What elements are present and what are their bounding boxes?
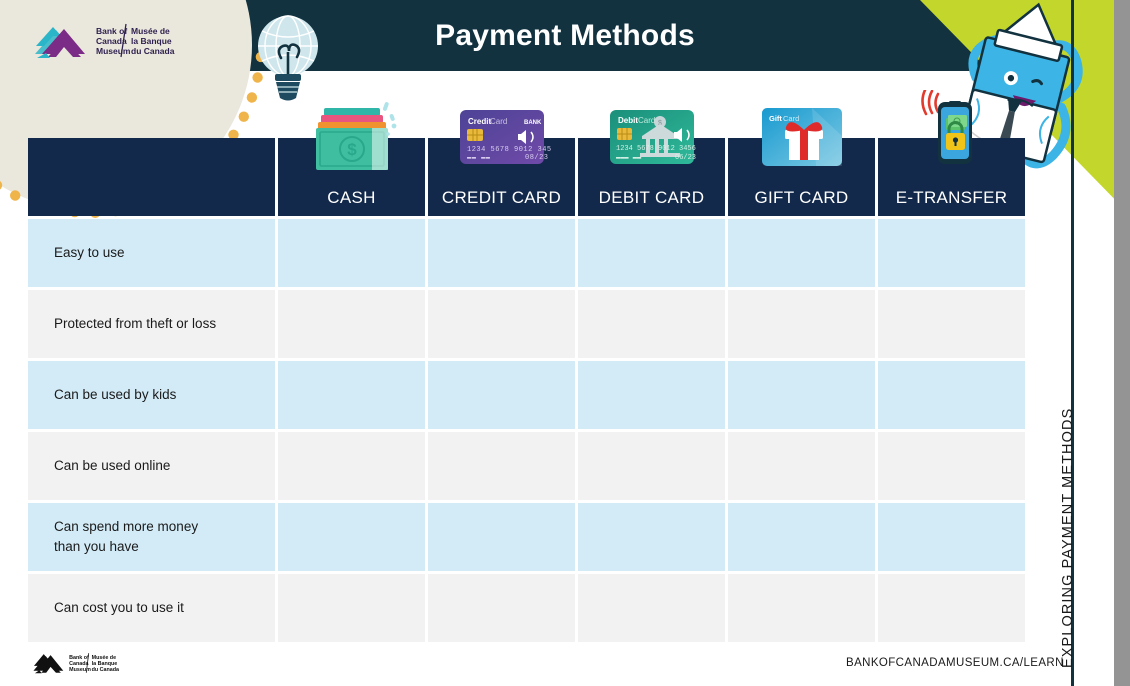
answer-cell-cash[interactable] <box>278 361 425 429</box>
answer-cell-credit-card[interactable] <box>428 503 575 571</box>
table-row: Can be used online <box>28 432 1025 500</box>
svg-text:Musée de: Musée de <box>92 655 116 661</box>
column-header-label: CREDIT CARD <box>441 188 562 207</box>
table-corner-cell <box>28 138 275 216</box>
answer-cell-gift-card[interactable] <box>728 574 875 642</box>
table-row: Can be used by kids <box>28 361 1025 429</box>
row-label-can-spend-more-money-than-you-have: Can spend more money than you have <box>28 503 275 571</box>
answer-cell-e-transfer[interactable] <box>878 219 1025 287</box>
answer-cell-debit-card[interactable] <box>578 361 725 429</box>
svg-text:Credit: Credit <box>468 117 491 126</box>
svg-text:▬▬▬ ▬▬: ▬▬▬ ▬▬ <box>616 154 642 162</box>
row-label-easy-to-use: Easy to use <box>28 219 275 287</box>
debit-card-icon: Debit Card $ 1234 5678 9012 3456 ▬▬▬ ▬▬ … <box>602 96 702 180</box>
answer-cell-e-transfer[interactable] <box>878 503 1025 571</box>
row-label-can-be-used-online: Can be used online <box>28 432 275 500</box>
svg-text:06/23: 06/23 <box>675 154 696 162</box>
svg-text:Card: Card <box>783 114 799 123</box>
answer-cell-cash[interactable] <box>278 432 425 500</box>
column-header-debit-card[interactable]: Debit Card $ 1234 5678 9012 3456 ▬▬▬ ▬▬ … <box>578 110 725 216</box>
credit-card-icon: Credit Card BANK 1234 5678 9012 3456 ▬▬ … <box>452 96 552 180</box>
column-header-credit-card[interactable]: Credit Card BANK 1234 5678 9012 3456 ▬▬ … <box>428 110 575 216</box>
svg-text:Museum: Museum <box>69 667 91 673</box>
answer-cell-debit-card[interactable] <box>578 503 725 571</box>
answer-cell-credit-card[interactable] <box>428 574 575 642</box>
answer-cell-e-transfer[interactable] <box>878 361 1025 429</box>
answer-cell-e-transfer[interactable] <box>878 574 1025 642</box>
svg-text:du Canada: du Canada <box>92 667 120 673</box>
answer-cell-debit-card[interactable] <box>578 219 725 287</box>
worksheet-page: Bank of Canada Museum Musée de la Banque… <box>0 0 1130 686</box>
answer-cell-debit-card[interactable] <box>578 290 725 358</box>
table-header-row: $ CASH Credit Card BANK 1234 5678 9012 3… <box>28 90 1025 216</box>
table-row: Protected from theft or loss <box>28 290 1025 358</box>
row-label-can-cost-you-to-use-it: Can cost you to use it <box>28 574 275 642</box>
svg-text:Debit: Debit <box>618 116 638 125</box>
payment-methods-table: $ CASH Credit Card BANK 1234 5678 9012 3… <box>28 90 1025 645</box>
answer-cell-debit-card[interactable] <box>578 574 725 642</box>
answer-cell-debit-card[interactable] <box>578 432 725 500</box>
column-header-e-transfer[interactable]: E-TRANSFER <box>878 90 1025 216</box>
answer-cell-cash[interactable] <box>278 219 425 287</box>
svg-text:BANK: BANK <box>524 120 542 126</box>
svg-text:Card: Card <box>490 117 507 126</box>
svg-text:1234 5678 9012 3456: 1234 5678 9012 3456 <box>467 146 552 154</box>
column-header-cash[interactable]: $ CASH <box>278 102 425 216</box>
svg-text:$: $ <box>347 140 357 159</box>
answer-cell-gift-card[interactable] <box>728 361 875 429</box>
answer-cell-credit-card[interactable] <box>428 361 575 429</box>
svg-text:Gift: Gift <box>769 114 782 123</box>
answer-cell-credit-card[interactable] <box>428 219 575 287</box>
svg-text:▬▬ ▬▬: ▬▬ ▬▬ <box>467 154 491 162</box>
phone-lock-icon <box>902 90 1002 180</box>
column-header-label: E-TRANSFER <box>895 188 1008 207</box>
table-row: Can cost you to use it <box>28 574 1025 642</box>
page-edge-strip <box>1114 0 1130 686</box>
cash-stack-icon: $ <box>302 96 402 180</box>
svg-text:Card: Card <box>638 116 655 125</box>
answer-cell-gift-card[interactable] <box>728 503 875 571</box>
table-row: Easy to use <box>28 219 1025 287</box>
svg-text:Bank of: Bank of <box>69 655 89 661</box>
row-label-can-be-used-by-kids: Can be used by kids <box>28 361 275 429</box>
footer-museum-logo: Bank of Canada Museum Musée de la Banque… <box>33 653 120 674</box>
svg-text:08/23: 08/23 <box>525 154 549 162</box>
side-rail-label: EXPLORING PAYMENT METHODS <box>1060 407 1076 668</box>
answer-cell-credit-card[interactable] <box>428 290 575 358</box>
answer-cell-e-transfer[interactable] <box>878 432 1025 500</box>
answer-cell-cash[interactable] <box>278 290 425 358</box>
column-header-label: CASH <box>327 188 376 207</box>
answer-cell-gift-card[interactable] <box>728 290 875 358</box>
column-header-label: GIFT CARD <box>754 188 849 207</box>
footer-url[interactable]: BANKOFCANADAMUSEUM.CA/LEARN <box>846 657 1064 669</box>
svg-text:1234 5678 9012 3456: 1234 5678 9012 3456 <box>616 145 696 153</box>
row-label-protected-from-theft-or-loss: Protected from theft or loss <box>28 290 275 358</box>
answer-cell-cash[interactable] <box>278 574 425 642</box>
svg-text:la Banque: la Banque <box>92 661 118 667</box>
answer-cell-gift-card[interactable] <box>728 432 875 500</box>
answer-cell-credit-card[interactable] <box>428 432 575 500</box>
column-header-label: DEBIT CARD <box>598 188 705 207</box>
column-header-gift-card[interactable]: Gift Card GIFT CARD <box>728 108 875 216</box>
answer-cell-cash[interactable] <box>278 503 425 571</box>
answer-cell-gift-card[interactable] <box>728 219 875 287</box>
answer-cell-e-transfer[interactable] <box>878 290 1025 358</box>
svg-text:Canada: Canada <box>69 661 89 667</box>
table-row: Can spend more money than you have <box>28 503 1025 571</box>
gift-card-icon: Gift Card <box>752 96 852 180</box>
